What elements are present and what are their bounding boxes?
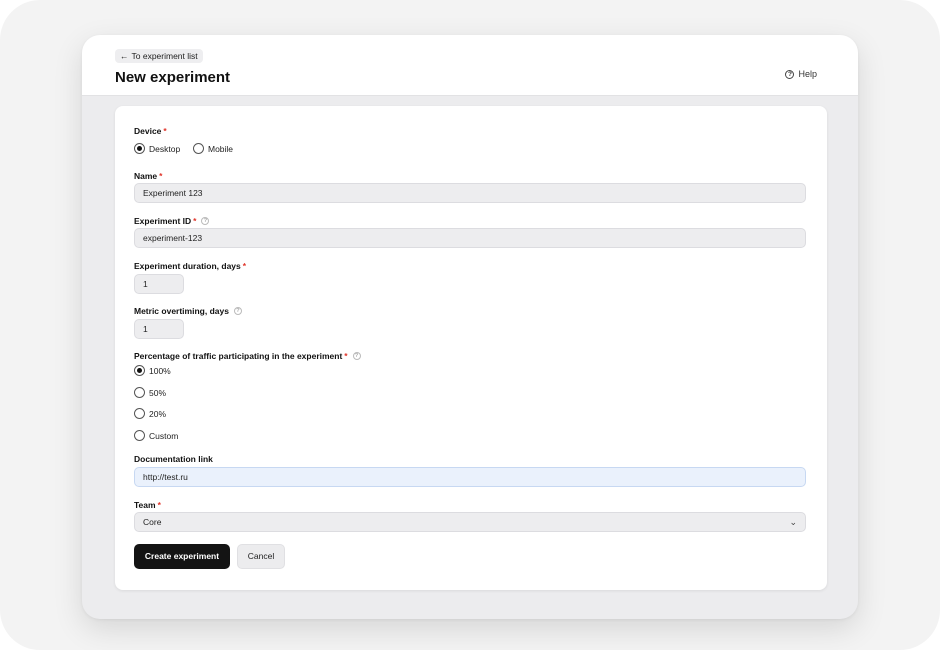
required-mark: * — [193, 216, 197, 226]
team-select[interactable]: Core ⌄ — [134, 512, 806, 532]
required-mark: * — [157, 500, 161, 510]
device-option-label: Desktop — [149, 143, 181, 154]
duration-label-text: Experiment duration, days — [134, 261, 241, 271]
device-option-mobile[interactable]: Mobile — [193, 143, 233, 154]
info-icon[interactable]: ? — [233, 307, 242, 315]
device-label-text: Device — [134, 126, 162, 136]
page-header: ← To experiment list New experiment ? Hel… — [82, 35, 858, 96]
back-link-label: To experiment list — [131, 51, 198, 61]
traffic-option-label: 20% — [149, 408, 167, 419]
app-window: ← To experiment list New experiment ? Hel… — [82, 35, 858, 619]
traffic-option-100[interactable]: 100% — [134, 365, 171, 376]
chevron-down-icon: ⌄ — [789, 517, 797, 527]
experiment-id-label: Experiment ID *? — [134, 216, 210, 226]
traffic-option-50[interactable]: 50% — [134, 387, 166, 398]
duration-input[interactable]: 1 — [134, 274, 184, 294]
required-mark: * — [344, 351, 348, 361]
traffic-label-text: Percentage of traffic participating in t… — [134, 351, 343, 361]
traffic-option-label: 50% — [149, 387, 167, 398]
overtiming-label-text: Metric overtiming, days — [134, 306, 229, 316]
required-mark: * — [242, 261, 247, 271]
name-label: Name * — [134, 171, 162, 181]
doc-link-input[interactable]: http://test.ru — [134, 467, 806, 487]
arrow-left-icon: ← — [120, 51, 129, 61]
page-title: New experiment — [115, 69, 231, 86]
overtiming-input[interactable]: 1 — [134, 319, 184, 339]
team-label: Team * — [134, 500, 161, 510]
back-to-list-link[interactable]: ← To experiment list — [115, 49, 203, 63]
help-button[interactable]: ? Help — [785, 69, 817, 79]
help-label: Help — [798, 69, 817, 79]
radio-unchecked-icon[interactable] — [193, 143, 204, 154]
traffic-option-custom[interactable]: Custom — [134, 430, 178, 441]
experiment-id-input[interactable]: experiment-123 — [134, 228, 806, 248]
doc-link-label-text: Documentation link — [134, 454, 213, 464]
traffic-label: Percentage of traffic participating in t… — [134, 351, 361, 361]
duration-label: Experiment duration, days * — [134, 261, 246, 271]
traffic-option-label: Custom — [149, 430, 179, 441]
doc-link-label: Documentation link — [134, 454, 213, 464]
create-experiment-button[interactable]: Create experiment — [134, 544, 230, 569]
device-frame: ← To experiment list New experiment ? Hel… — [0, 0, 940, 650]
traffic-option-20[interactable]: 20% — [134, 408, 166, 419]
radio-unchecked-icon[interactable] — [134, 387, 145, 398]
radio-checked-icon[interactable] — [134, 143, 145, 154]
info-icon[interactable]: ? — [201, 217, 210, 225]
experiment-id-label-text: Experiment ID — [134, 216, 192, 226]
question-circle-icon: ? — [785, 69, 795, 79]
device-label: Device * — [134, 126, 167, 136]
team-select-value: Core — [143, 517, 162, 527]
device-option-desktop[interactable]: Desktop — [134, 143, 180, 154]
info-icon[interactable]: ? — [352, 352, 361, 360]
cancel-button[interactable]: Cancel — [237, 544, 285, 569]
name-label-text: Name — [134, 171, 158, 181]
device-option-label: Mobile — [208, 143, 234, 154]
radio-unchecked-icon[interactable] — [134, 408, 145, 419]
radio-checked-icon[interactable] — [134, 365, 145, 376]
name-input[interactable]: Experiment 123 — [134, 183, 806, 203]
required-mark: * — [163, 126, 167, 136]
experiment-form: Device * Desktop Mobile Name * Experiment … — [115, 106, 827, 590]
required-mark: * — [159, 171, 163, 181]
radio-unchecked-icon[interactable] — [134, 430, 145, 441]
traffic-option-label: 100% — [149, 365, 171, 376]
team-label-text: Team — [134, 500, 156, 510]
overtiming-label: Metric overtiming, days? — [134, 306, 242, 316]
